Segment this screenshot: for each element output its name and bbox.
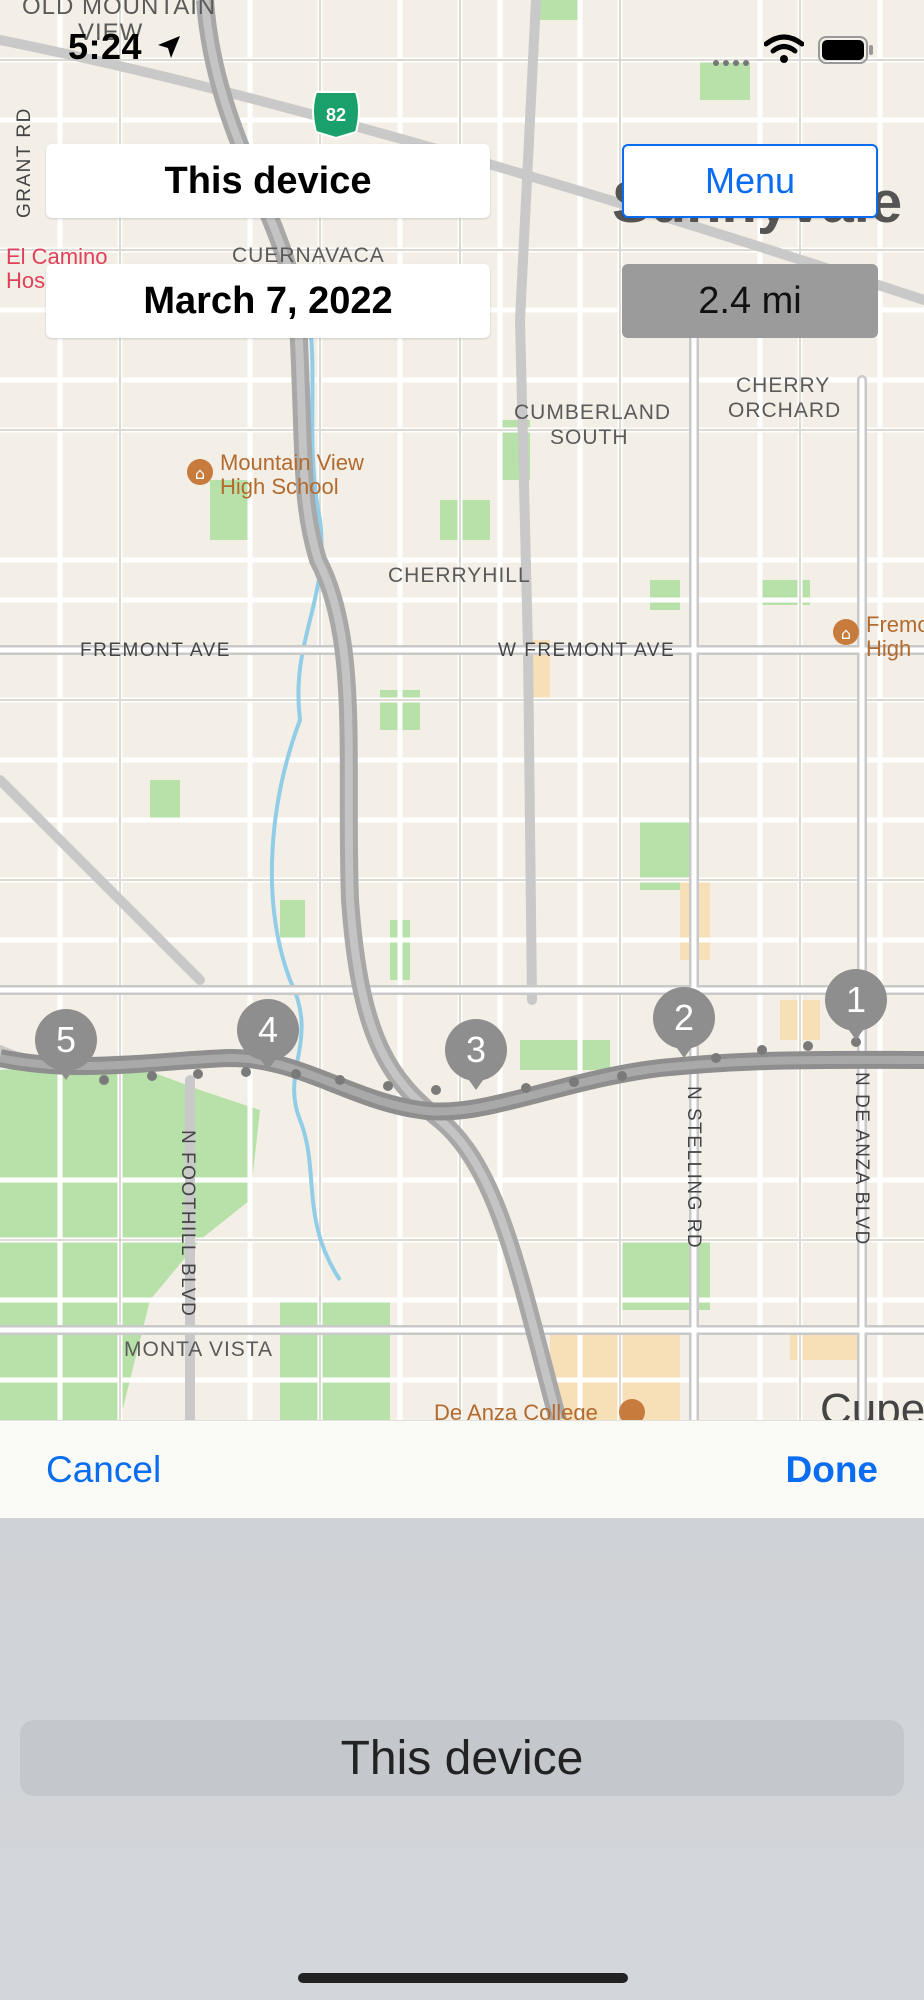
poi-el-camino-hospital-2: Hos	[6, 268, 45, 293]
status-time: 5:24	[68, 26, 143, 67]
distance-badge: 2.4 mi	[622, 264, 878, 338]
cancel-button[interactable]: Cancel	[46, 1449, 161, 1491]
svg-text:2: 2	[674, 997, 694, 1038]
location-arrow-icon	[156, 34, 182, 65]
poi-fremont-high-2: High	[866, 636, 911, 661]
poi-fremont-high: Fremo	[866, 612, 924, 637]
done-button[interactable]: Done	[786, 1449, 879, 1491]
svg-text:1: 1	[846, 979, 866, 1020]
road-label-w-fremont-ave: W FREMONT AVE	[498, 640, 675, 661]
road-label-n-de-anza-blvd: N DE ANZA BLVD	[851, 1072, 872, 1246]
label-cherry-orchard-2: ORCHARD	[728, 399, 841, 422]
label-cupertino: Cupe	[820, 1385, 924, 1420]
wifi-icon	[763, 34, 805, 69]
signal-icon	[712, 54, 752, 72]
road-label-grant-rd: GRANT RD	[14, 107, 35, 218]
svg-text:⌂: ⌂	[195, 464, 205, 483]
poi-mountain-view-high-2: High School	[220, 474, 339, 499]
poi-de-anza-college: De Anza College	[434, 1400, 598, 1420]
svg-text:82: 82	[326, 105, 346, 125]
label-monta-vista: MONTA VISTA	[124, 1338, 273, 1361]
label-cherryhill: CHERRYHILL	[388, 564, 531, 587]
label-cherry-orchard: CHERRY	[736, 374, 830, 397]
picker-selected-row[interactable]: This device	[20, 1720, 904, 1796]
label-old-mountain-view: OLD MOUNTAIN	[22, 0, 216, 20]
poi-mountain-view-high: Mountain View	[220, 450, 364, 475]
home-indicator	[298, 1973, 628, 1983]
label-cumberland: CUMBERLAND	[514, 401, 671, 424]
picker-toolbar: Cancel Done	[0, 1420, 924, 1519]
svg-text:⌂: ⌂	[841, 624, 851, 643]
road-label-n-stelling-rd: N STELLING RD	[683, 1086, 704, 1249]
road-label-fremont-ave: FREMONT AVE	[80, 640, 231, 661]
svg-text:3: 3	[466, 1029, 486, 1070]
road-label-n-foothill-blvd: N FOOTHILL BLVD	[177, 1130, 198, 1317]
highway-82-shield: 82	[312, 91, 360, 140]
date-selector[interactable]: March 7, 2022	[46, 264, 490, 338]
svg-text:5: 5	[56, 1019, 76, 1060]
label-cumberland-2: SOUTH	[550, 426, 629, 449]
svg-text:4: 4	[258, 1009, 278, 1050]
device-picker-wheel[interactable]: This device	[0, 1518, 924, 2000]
menu-button[interactable]: Menu	[622, 144, 878, 218]
battery-icon	[818, 36, 874, 69]
device-selector[interactable]: This device	[46, 144, 490, 218]
status-bar: 5:24	[0, 20, 924, 80]
